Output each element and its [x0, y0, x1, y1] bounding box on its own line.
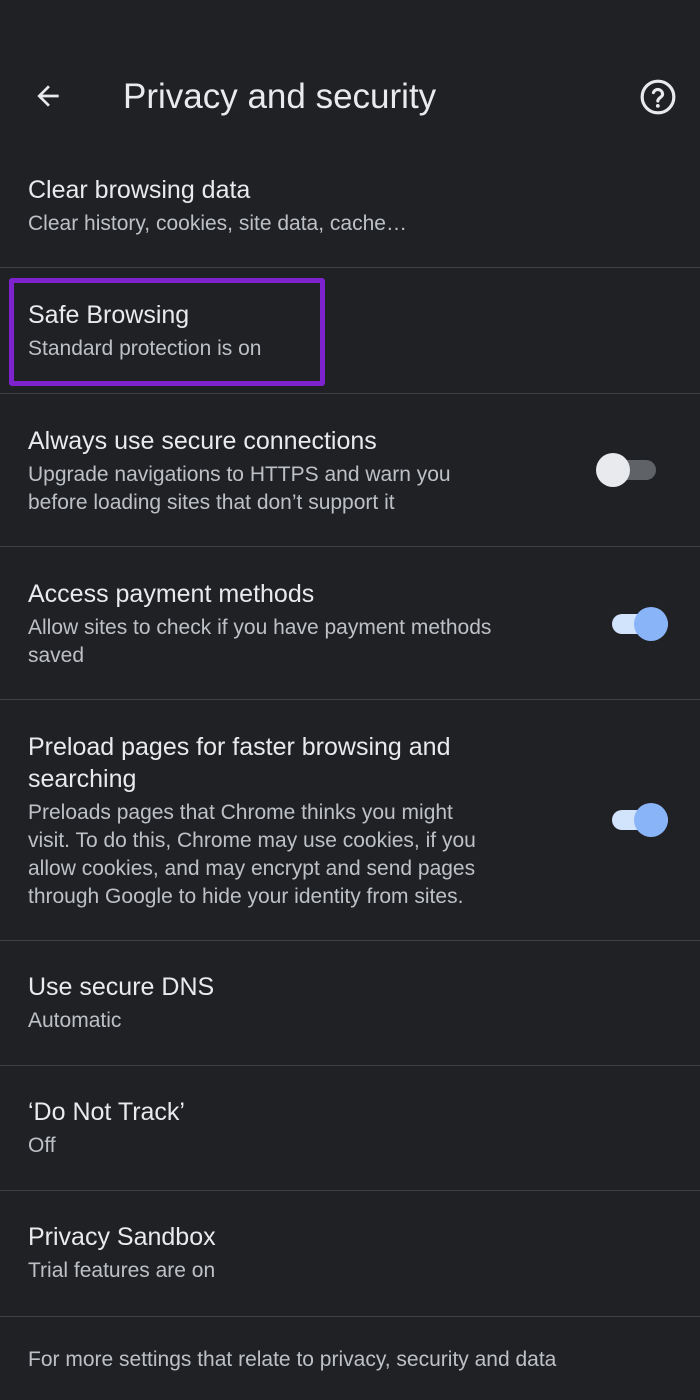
- setting-summary: before loading sites that don’t support …: [28, 491, 395, 514]
- setting-clear-browsing-data[interactable]: Clear browsing data Clear history, cooki…: [0, 160, 700, 268]
- setting-summary: allow cookies, and may encrypt and send …: [28, 857, 476, 880]
- secure-connections-toggle[interactable]: [596, 451, 658, 487]
- setting-title: Always use secure connections: [28, 427, 377, 455]
- setting-summary: Off: [28, 1134, 56, 1157]
- setting-title: Use secure DNS: [28, 973, 215, 1001]
- setting-text: Access payment methods Allow sites to ch…: [28, 578, 491, 670]
- setting-summary: through Google to hide your identity fro…: [28, 885, 464, 908]
- setting-summary: Clear history, cookies, site data, cache…: [28, 212, 407, 235]
- setting-secure-dns[interactable]: Use secure DNS Automatic: [0, 941, 700, 1066]
- setting-title: searching: [28, 765, 137, 793]
- preload-pages-toggle[interactable]: [610, 801, 670, 837]
- setting-text: Safe Browsing Standard protection is on: [28, 299, 261, 363]
- setting-summary: Automatic: [28, 1009, 122, 1032]
- setting-text: Privacy Sandbox Trial features are on: [28, 1221, 216, 1285]
- setting-safe-browsing[interactable]: Safe Browsing Standard protection is on: [0, 268, 700, 394]
- setting-title: Safe Browsing: [28, 301, 190, 329]
- setting-summary: Standard protection is on: [28, 337, 262, 360]
- setting-title: Privacy Sandbox: [28, 1223, 216, 1251]
- setting-text: Always use secure connections Upgrade na…: [28, 425, 451, 517]
- setting-title: Access payment methods: [28, 580, 315, 608]
- setting-summary: visit. To do this, Chrome may use cookie…: [28, 829, 476, 852]
- setting-summary: Preloads pages that Chrome thinks you mi…: [28, 801, 453, 824]
- setting-text: Preload pages for faster browsing and se…: [28, 731, 476, 911]
- setting-text: ‘Do Not Track’ Off: [28, 1096, 185, 1160]
- setting-secure-connections[interactable]: Always use secure connections Upgrade na…: [0, 394, 700, 547]
- setting-summary: Allow sites to check if you have payment…: [28, 616, 492, 639]
- setting-title: Preload pages for faster browsing and: [28, 733, 451, 761]
- setting-title: Clear browsing data: [28, 176, 251, 204]
- toggle-thumb: [596, 453, 630, 487]
- toggle-thumb: [634, 803, 668, 837]
- toggle-thumb: [634, 607, 668, 641]
- setting-preload-pages[interactable]: Preload pages for faster browsing and se…: [0, 700, 700, 941]
- setting-payment-methods[interactable]: Access payment methods Allow sites to ch…: [0, 547, 700, 700]
- setting-summary: Upgrade navigations to HTTPS and warn yo…: [28, 463, 451, 486]
- setting-title: ‘Do Not Track’: [28, 1098, 185, 1126]
- setting-text: Use secure DNS Automatic: [28, 971, 214, 1035]
- setting-summary: saved: [28, 644, 85, 667]
- setting-text: Clear browsing data Clear history, cooki…: [28, 174, 407, 238]
- payment-methods-toggle[interactable]: [610, 605, 670, 641]
- footer-text: For more settings that relate to privacy…: [28, 1348, 557, 1371]
- settings-list: Clear browsing data Clear history, cooki…: [0, 0, 700, 1400]
- setting-privacy-sandbox[interactable]: Privacy Sandbox Trial features are on: [0, 1191, 700, 1317]
- setting-do-not-track[interactable]: ‘Do Not Track’ Off: [0, 1066, 700, 1191]
- setting-summary: Trial features are on: [28, 1259, 216, 1282]
